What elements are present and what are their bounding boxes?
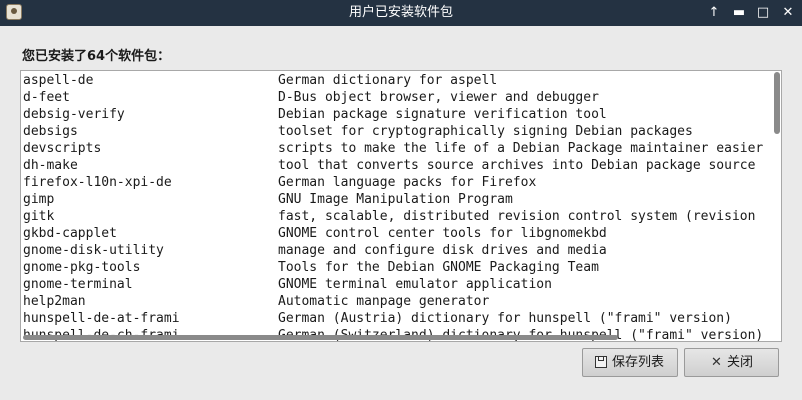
package-description: scripts to make the life of a Debian Pac…	[278, 141, 764, 156]
close-button[interactable]: ✕ 关闭	[684, 348, 779, 377]
package-name: gkbd-capplet	[23, 226, 117, 241]
package-name: gitk	[23, 209, 55, 224]
close-label: 关闭	[727, 355, 754, 370]
package-name: gimp	[23, 192, 55, 207]
save-icon	[595, 356, 607, 368]
package-name: dh-make	[23, 158, 78, 173]
save-list-button[interactable]: 保存列表	[582, 348, 678, 377]
package-description: GNOME terminal emulator application	[278, 277, 552, 292]
package-description: tool that converts source archives into …	[278, 158, 756, 173]
window-title: 用户已安装软件包	[348, 5, 453, 20]
package-row[interactable]: gitk fast, scalable, distributed revision…	[21, 208, 781, 225]
keep-above-button[interactable]: ↑	[704, 3, 724, 23]
package-name: gnome-terminal	[23, 277, 133, 292]
package-row[interactable]: d-feet D-Bus object browser, viewer and d…	[21, 89, 781, 106]
minimize-button[interactable]: ▬	[729, 3, 749, 23]
package-description: D-Bus object browser, viewer and debugge…	[278, 90, 599, 105]
package-name: aspell-de	[23, 73, 94, 88]
package-row[interactable]: firefox-l10n-xpi-de German language packs…	[21, 174, 781, 191]
package-row[interactable]: help2man Automatic manpage generator	[21, 293, 781, 310]
package-description: Debian package signature verification to…	[278, 107, 607, 122]
package-description: German language packs for Firefox	[278, 175, 537, 190]
package-name: debsigs	[23, 124, 78, 139]
package-name: hunspell-de-at-frami	[23, 311, 180, 326]
package-row[interactable]: debsigs toolset for cryptographically sig…	[21, 123, 781, 140]
package-row[interactable]: dh-make tool that converts source archive…	[21, 157, 781, 174]
package-description: German dictionary for aspell	[278, 73, 498, 88]
package-description: Tools for the Debian GNOME Packaging Tea…	[278, 260, 599, 275]
package-name: help2man	[23, 294, 86, 309]
close-icon: ✕	[711, 355, 722, 370]
package-row[interactable]: aspell-de German dictionary for aspell	[21, 72, 781, 89]
title-bar[interactable]: 用户已安装软件包 ↑ ▬ □ ✕	[0, 0, 802, 26]
vertical-scrollbar[interactable]	[774, 72, 780, 134]
save-list-label: 保存列表	[612, 355, 665, 370]
package-row[interactable]: gimp GNU Image Manipulation Program	[21, 191, 781, 208]
package-row[interactable]: hunspell-de-at-frami German (Austria) dic…	[21, 310, 781, 327]
package-name: d-feet	[23, 90, 70, 105]
package-description: toolset for cryptographically signing De…	[278, 124, 693, 139]
package-description: GNU Image Manipulation Program	[278, 192, 513, 207]
package-description: manage and configure disk drives and med…	[278, 243, 607, 258]
package-name: gnome-pkg-tools	[23, 260, 141, 275]
package-description: fast, scalable, distributed revision con…	[278, 209, 756, 224]
package-row[interactable]: debsig-verify Debian package signature ve…	[21, 106, 781, 123]
horizontal-scrollbar[interactable]	[23, 335, 618, 340]
package-row[interactable]: gnome-disk-utility manage and configure d…	[21, 242, 781, 259]
package-row[interactable]: gnome-terminal GNOME terminal emulator ap…	[21, 276, 781, 293]
package-row[interactable]: devscripts scripts to make the life of a …	[21, 140, 781, 157]
package-name: devscripts	[23, 141, 102, 156]
package-row[interactable]: gnome-pkg-tools Tools for the Debian GNOM…	[21, 259, 781, 276]
package-count-heading: 您已安装了64个软件包：	[22, 49, 171, 64]
package-description: GNOME control center tools for libgnomek…	[278, 226, 607, 241]
package-list[interactable]: aspell-de German dictionary for aspell d-f…	[20, 70, 782, 342]
package-name: debsig-verify	[23, 107, 125, 122]
close-window-button[interactable]: ✕	[778, 3, 798, 23]
package-name: firefox-l10n-xpi-de	[23, 175, 172, 190]
maximize-button[interactable]: □	[753, 3, 773, 23]
package-description: German (Austria) dictionary for hunspell…	[278, 311, 732, 326]
package-description: Automatic manpage generator	[278, 294, 490, 309]
installed-packages-dialog: 用户已安装软件包 ↑ ▬ □ ✕ 您已安装了64个软件包： aspell-de G…	[0, 0, 802, 400]
package-row[interactable]: gkbd-capplet GNOME control center tools f…	[21, 225, 781, 242]
package-name: gnome-disk-utility	[23, 243, 164, 258]
